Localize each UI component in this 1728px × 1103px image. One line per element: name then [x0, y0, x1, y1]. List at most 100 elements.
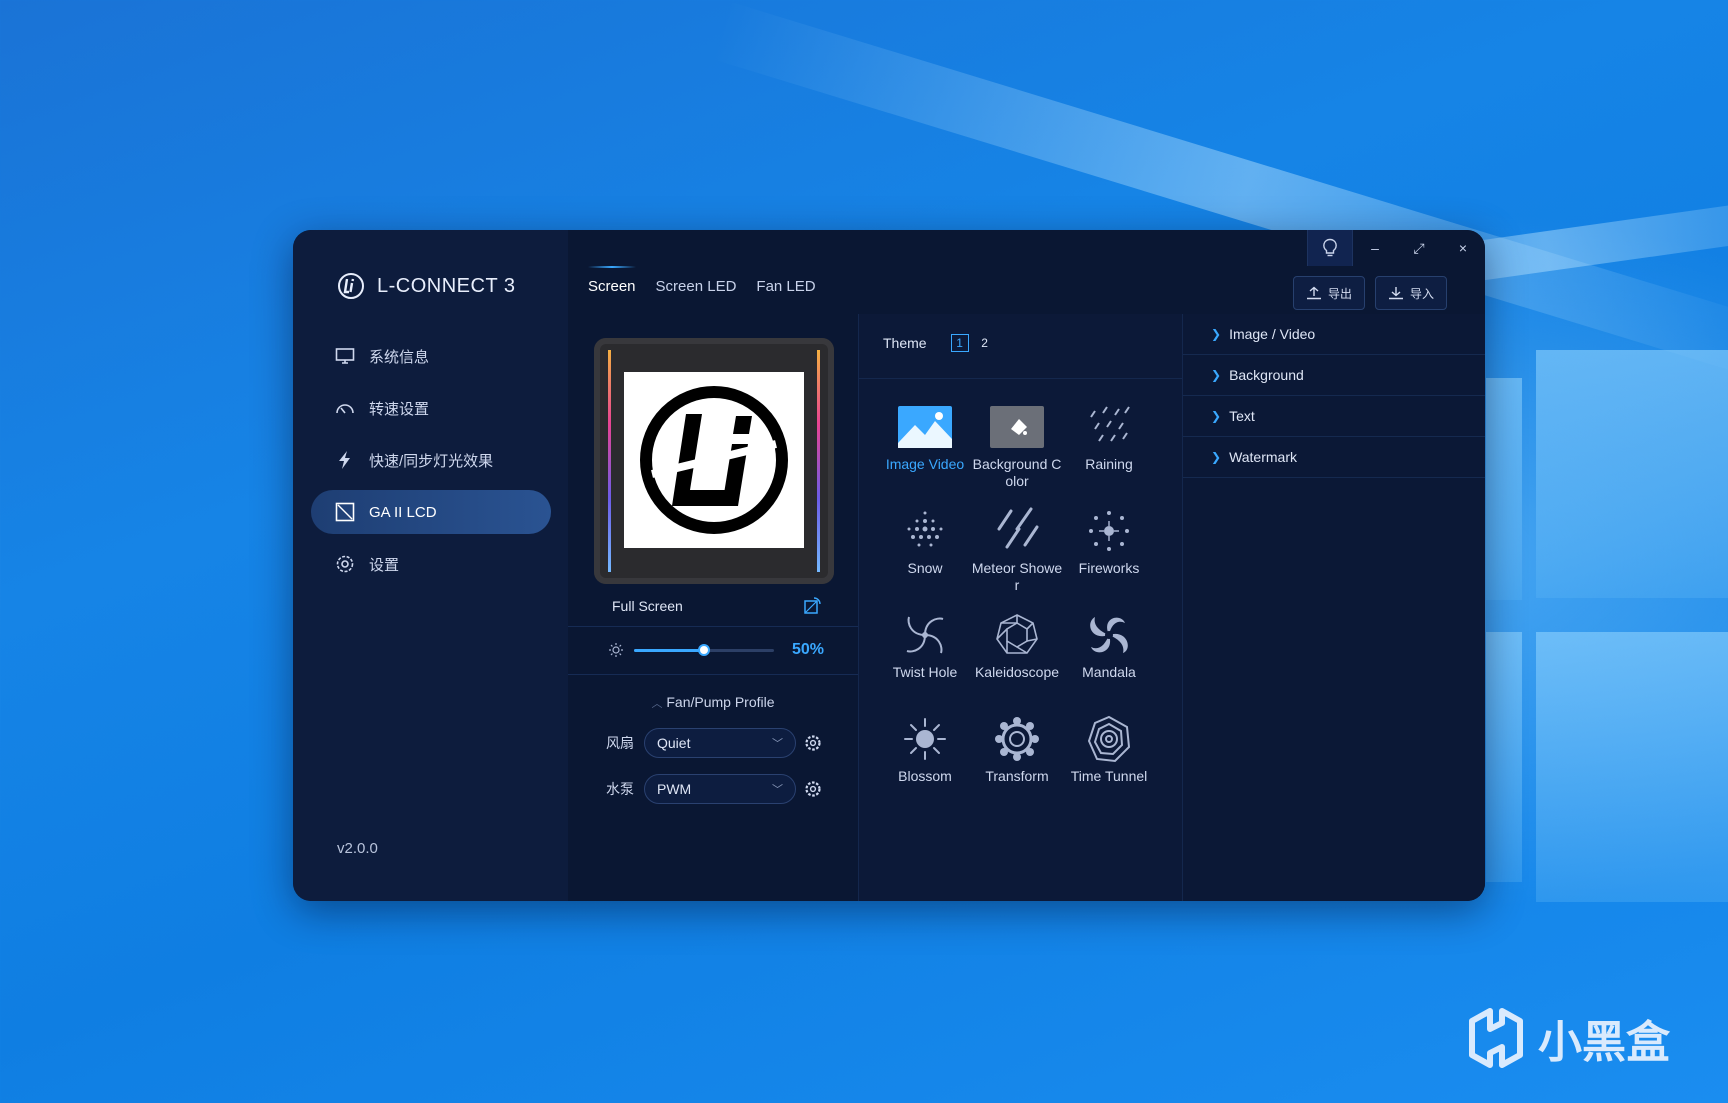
effect-label: Transform: [985, 768, 1049, 784]
close-button[interactable]: ×: [1441, 230, 1485, 266]
tab-fan-led[interactable]: Fan LED: [756, 278, 815, 299]
sidebar-item-label: 快速/同步灯光效果: [369, 452, 494, 470]
sidebar-item-speed-settings[interactable]: 转速设置: [311, 386, 551, 430]
theme-page-1[interactable]: 1: [950, 334, 969, 352]
rain-icon: [1090, 406, 1130, 442]
effect-image-video[interactable]: Image Video: [879, 402, 971, 498]
display-mode-label: Full Screen: [612, 598, 683, 614]
wallpaper-window-pane: [1486, 378, 1522, 600]
sidebar-item-label: GA II LCD: [369, 503, 437, 521]
snow-icon: [907, 511, 943, 547]
pump-settings-gear-icon[interactable]: [804, 780, 822, 798]
properties-panel: ❯ Image / Video ❯ Background ❯ Text ❯ Wa…: [1183, 314, 1485, 901]
pump-profile-select[interactable]: PWM ﹀: [644, 774, 796, 804]
maximize-button[interactable]: ⤢: [1397, 230, 1441, 266]
collapse-arrow-icon[interactable]: ︿: [651, 698, 662, 710]
fan-settings-gear-icon[interactable]: [804, 734, 822, 752]
brightness-slider[interactable]: [634, 643, 774, 656]
tab-screen-led[interactable]: Screen LED: [656, 278, 737, 299]
export-button[interactable]: 导出: [1292, 276, 1365, 310]
sidebar-item-system-info[interactable]: 系统信息: [311, 334, 551, 378]
effect-label: Snow: [907, 560, 943, 576]
chevron-down-icon: ﹀: [772, 738, 783, 750]
import-export-group: 导出 导入: [1292, 276, 1447, 310]
sidebar-item-label: 设置: [369, 556, 400, 574]
app-version: v2.0.0: [337, 840, 378, 857]
sidebar-item-settings[interactable]: 设置: [311, 542, 551, 586]
effect-blossom[interactable]: Blossom: [879, 714, 971, 810]
brightness-slider-handle[interactable]: [698, 643, 710, 656]
rgb-strip-left: [608, 350, 611, 572]
rotate-screen-icon[interactable]: [802, 596, 822, 616]
chevron-right-icon: ❯: [1211, 368, 1222, 382]
theme-title: Theme: [883, 335, 927, 351]
tab-bar: Screen Screen LED Fan LED: [588, 266, 816, 299]
wallpaper-window-pane: [1486, 632, 1522, 882]
section-label: Watermark: [1229, 449, 1297, 465]
import-button[interactable]: 导入: [1374, 276, 1447, 310]
section-label: Text: [1229, 408, 1255, 424]
fan-profile-select[interactable]: Quiet ﹀: [644, 728, 796, 758]
effect-fireworks[interactable]: Fireworks: [1063, 506, 1155, 602]
wallpaper-window-pane: [1536, 632, 1728, 902]
theme-pager: 1 2: [950, 334, 993, 352]
brightness-icon: [609, 643, 623, 657]
main-panel: Screen Screen LED Fan LED – ⤢ × 导出 导入 Fu…: [568, 230, 1485, 901]
section-label: Image / Video: [1229, 326, 1316, 342]
section-image-video[interactable]: ❯ Image / Video: [1183, 314, 1485, 355]
heybox-logo-icon: [1469, 1008, 1523, 1068]
minimize-button[interactable]: –: [1353, 230, 1397, 266]
tips-bulb-button[interactable]: [1307, 230, 1353, 266]
section-text[interactable]: ❯ Text: [1183, 396, 1485, 437]
paint-bucket-icon: [990, 406, 1044, 448]
lian-li-logo-icon: [338, 273, 364, 299]
chevron-right-icon: ❯: [1211, 409, 1222, 423]
brightness-row: 50%: [608, 636, 828, 664]
fan-profile-value: Quiet: [657, 735, 691, 751]
gear-icon: [336, 555, 354, 573]
effect-mandala[interactable]: Mandala: [1063, 610, 1155, 706]
chevron-down-icon: ﹀: [772, 784, 783, 796]
fan-label: 风扇: [606, 735, 634, 751]
sidebar-item-label: 系统信息: [369, 348, 430, 366]
effect-label: Kaleidoscope: [974, 664, 1060, 680]
display-mode-row: Full Screen: [612, 596, 822, 616]
effect-transform[interactable]: Transform: [971, 714, 1063, 810]
effect-label: Blossom: [898, 768, 952, 784]
lightbulb-icon: [1323, 238, 1337, 257]
section-watermark[interactable]: ❯ Watermark: [1183, 437, 1485, 478]
effect-label: Raining: [1085, 456, 1133, 472]
fan-pump-profile-title: ︿ Fan/Pump Profile: [568, 694, 858, 711]
fireworks-icon: [1089, 511, 1129, 551]
effect-label: Image Video: [885, 456, 965, 472]
effect-time-tunnel[interactable]: Time Tunnel: [1063, 714, 1155, 810]
wallpaper-window-pane: [1536, 350, 1728, 598]
effect-snow[interactable]: Snow: [879, 506, 971, 602]
transform-icon: [995, 717, 1039, 761]
rgb-strip-right: [817, 350, 820, 572]
sidebar-item-lighting-effects[interactable]: 快速/同步灯光效果: [311, 438, 551, 482]
effect-background-color[interactable]: Background Color: [971, 402, 1063, 498]
effect-label: Time Tunnel: [1070, 768, 1148, 784]
kaleidoscope-icon: [996, 614, 1038, 654]
lcd-preview: [594, 338, 834, 584]
divider: [568, 626, 858, 627]
theme-page-2[interactable]: 2: [977, 335, 993, 351]
effect-label: Mandala: [1082, 664, 1136, 680]
effect-meteor-shower[interactable]: Meteor Shower: [971, 506, 1063, 602]
lcd-icon: [335, 502, 355, 522]
lcd-screen: [624, 372, 804, 548]
divider: [568, 674, 858, 675]
effect-label: Fireworks: [1078, 560, 1140, 576]
sidebar-item-ga-ii-lcd[interactable]: GA II LCD: [311, 490, 551, 534]
tab-screen[interactable]: Screen: [588, 266, 636, 299]
window-controls: – ⤢ ×: [1307, 230, 1485, 266]
chevron-right-icon: ❯: [1211, 450, 1222, 464]
effect-label: Meteor Shower: [971, 560, 1063, 593]
section-background[interactable]: ❯ Background: [1183, 355, 1485, 396]
pump-profile-row: 水泵 PWM ﹀: [606, 774, 822, 804]
fan-profile-row: 风扇 Quiet ﹀: [606, 728, 822, 758]
effect-raining[interactable]: Raining: [1063, 402, 1155, 498]
effect-kaleidoscope[interactable]: Kaleidoscope: [971, 610, 1063, 706]
effect-twist-hole[interactable]: Twist Hole: [879, 610, 971, 706]
